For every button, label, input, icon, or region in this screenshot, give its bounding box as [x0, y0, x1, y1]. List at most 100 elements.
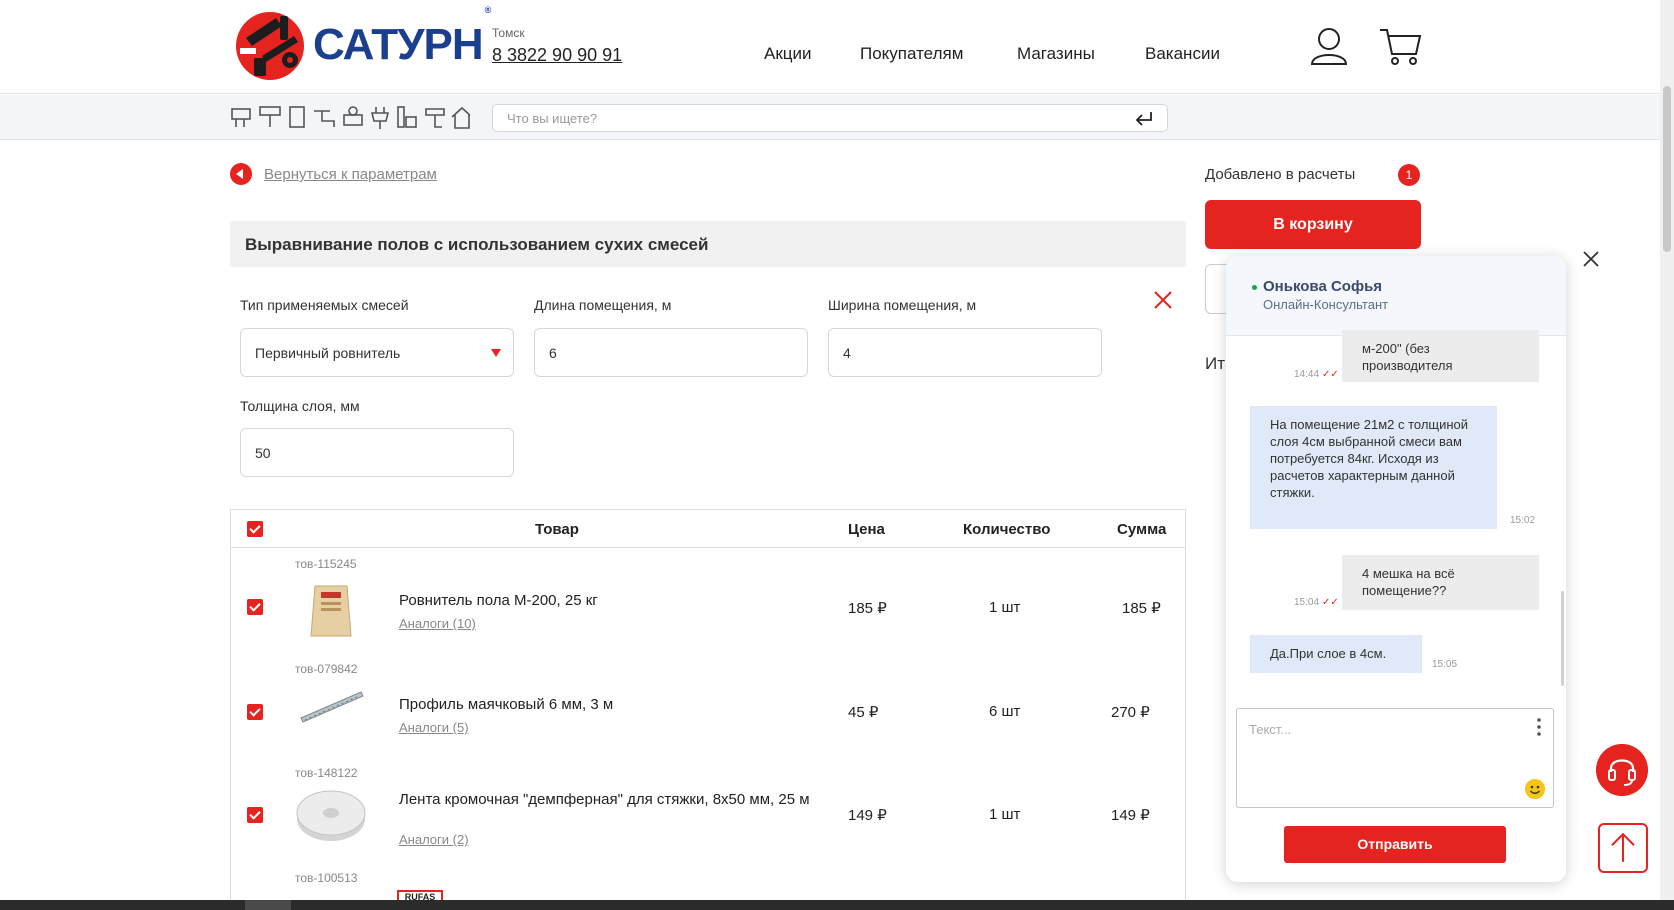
product-sum: 185 ₽: [1122, 600, 1161, 617]
os-taskbar: [0, 900, 1674, 910]
site-header: САТУРН® Томск 8 3822 90 90 91 Акции Поку…: [0, 0, 1660, 94]
room-width-label: Ширина помещения, м: [828, 297, 977, 313]
product-sku: тов-100513: [295, 871, 358, 885]
layer-thickness-input[interactable]: 50: [240, 428, 514, 477]
mix-type-value: Первичный ровнитель: [255, 345, 401, 361]
phone-link[interactable]: 8 3822 90 90 91: [492, 45, 622, 66]
registered-mark: ®: [484, 5, 492, 16]
agent-name: Онькова Софья: [1263, 278, 1383, 295]
chat-message-text: м-200" (без производителя: [1362, 341, 1453, 373]
layer-thickness-label: Толщина слоя, мм: [240, 398, 360, 414]
add-to-cart-button[interactable]: В корзину: [1205, 200, 1421, 249]
chat-send-button[interactable]: Отправить: [1284, 826, 1506, 863]
added-to-calc-label: Добавлено в расчеты: [1205, 166, 1356, 183]
chat-message-time: 15:05: [1432, 659, 1458, 670]
user-icon[interactable]: [1310, 26, 1348, 66]
nav-stores[interactable]: Магазины: [1017, 44, 1095, 64]
chat-message-time: 14:44 ✓✓: [1294, 369, 1339, 380]
search-placeholder: Что вы ищете?: [507, 111, 598, 126]
emoji-icon[interactable]: [1525, 779, 1545, 799]
room-width-value: 4: [843, 345, 851, 361]
room-length-label: Длина помещения, м: [534, 297, 672, 313]
page-scrollbar[interactable]: [1660, 0, 1674, 900]
row-checkbox[interactable]: [247, 704, 263, 720]
chat-message-text: Да.При слое в 4см.: [1270, 646, 1387, 661]
product-price: 185 ₽: [848, 600, 887, 617]
nav-vacancies[interactable]: Вакансии: [1145, 44, 1220, 64]
chat-message-outgoing: 4 мешка на всё помещение??: [1342, 555, 1539, 610]
online-status-icon: [1252, 285, 1257, 290]
product-thumbnail[interactable]: [309, 582, 353, 640]
scroll-to-top-icon[interactable]: [1598, 823, 1648, 873]
product-quantity[interactable]: 6 шт: [989, 703, 1020, 720]
product-quantity[interactable]: 1 шт: [989, 599, 1020, 616]
product-thumbnail[interactable]: [295, 785, 367, 845]
table-header: Товар Цена Количество Сумма: [231, 510, 1185, 548]
agent-role: Онлайн-Консультант: [1263, 297, 1389, 312]
taskbar-item[interactable]: [245, 900, 291, 910]
product-price: 45 ₽: [848, 704, 879, 721]
chat-widget: Онькова Софья Онлайн-Консультант м-200" …: [1226, 256, 1566, 882]
layer-thickness-value: 50: [255, 445, 271, 461]
product-analogs-link[interactable]: Аналоги (2): [399, 832, 469, 847]
chat-scrollbar[interactable]: [1561, 591, 1564, 686]
chat-message-outgoing: м-200" (без производителя: [1342, 330, 1539, 382]
chat-close-icon[interactable]: [1582, 250, 1600, 268]
catalog-category-icons[interactable]: [230, 103, 470, 131]
more-options-icon[interactable]: [1537, 717, 1541, 737]
product-analogs-link[interactable]: Аналоги (10): [399, 616, 476, 631]
mix-type-label: Тип применяемых смесей: [240, 297, 409, 313]
saturn-logo-icon[interactable]: [232, 8, 312, 82]
column-product: Товар: [535, 521, 579, 538]
brand-name[interactable]: САТУРН®: [313, 5, 491, 70]
product-price: 149 ₽: [848, 807, 887, 824]
cart-icon[interactable]: [1378, 26, 1422, 66]
product-quantity[interactable]: 1 шт: [989, 806, 1020, 823]
search-input[interactable]: Что вы ищете?: [492, 104, 1168, 132]
dropdown-arrow-icon: [491, 349, 501, 357]
product-name[interactable]: Профиль маячковый 6 мм, 3 м: [399, 696, 799, 714]
chat-message-time: 15:02: [1510, 515, 1536, 526]
read-check-icon: ✓✓: [1322, 369, 1339, 380]
nav-customers[interactable]: Покупателям: [860, 44, 963, 64]
calculator-title-bar: Выравнивание полов с использованием сухи…: [230, 221, 1186, 267]
select-all-checkbox[interactable]: [247, 521, 263, 537]
chat-message-time: 15:04 ✓✓: [1294, 597, 1339, 608]
enter-icon[interactable]: [1135, 111, 1153, 126]
product-analogs-link[interactable]: Аналоги (5): [399, 720, 469, 735]
row-checkbox[interactable]: [247, 599, 263, 615]
product-sku: тов-115245: [295, 557, 357, 571]
product-thumbnail[interactable]: [297, 680, 365, 728]
room-length-input[interactable]: 6: [534, 328, 808, 377]
column-price: Цена: [848, 521, 885, 538]
remove-calculation-icon[interactable]: [1153, 290, 1173, 310]
support-headset-icon[interactable]: [1596, 744, 1648, 796]
products-table: Товар Цена Количество Сумма тов-115245 Р…: [230, 509, 1186, 910]
mix-type-select[interactable]: Первичный ровнитель: [240, 328, 514, 377]
chat-message-incoming: На помещение 21м2 с толщиной слоя 4см вы…: [1250, 406, 1497, 529]
back-to-params-link[interactable]: Вернуться к параметрам: [264, 166, 437, 183]
read-check-icon: ✓✓: [1322, 597, 1339, 608]
city-label[interactable]: Томск: [492, 26, 525, 40]
added-count-badge: 1: [1398, 164, 1420, 186]
chat-message-incoming: Да.При слое в 4см.: [1250, 635, 1422, 673]
product-name[interactable]: Ровнитель пола М-200, 25 кг: [399, 592, 799, 610]
nav-promotions[interactable]: Акции: [764, 44, 812, 64]
column-sum: Сумма: [1117, 521, 1167, 538]
chat-input-placeholder: Текст...: [1249, 722, 1292, 737]
product-name[interactable]: Лента кромочная "демпферная" для стяжки,…: [399, 791, 819, 809]
product-sku: тов-148122: [295, 766, 358, 780]
chat-message-text: На помещение 21м2 с толщиной слоя 4см вы…: [1270, 417, 1469, 500]
chat-message-text: 4 мешка на всё помещение??: [1362, 566, 1455, 598]
room-width-input[interactable]: 4: [828, 328, 1102, 377]
product-sum: 149 ₽: [1111, 807, 1150, 824]
row-checkbox[interactable]: [247, 807, 263, 823]
calculator-title: Выравнивание полов с использованием сухи…: [245, 235, 709, 254]
product-sku: тов-079842: [295, 662, 358, 676]
chat-header: Онькова Софья Онлайн-Консультант: [1226, 256, 1566, 336]
back-arrow-icon[interactable]: [230, 163, 252, 185]
room-length-value: 6: [549, 345, 557, 361]
page-scrollbar-thumb[interactable]: [1663, 86, 1671, 252]
catalog-search-bar: Что вы ищете?: [0, 95, 1660, 140]
chat-message-input[interactable]: Текст...: [1236, 708, 1554, 808]
